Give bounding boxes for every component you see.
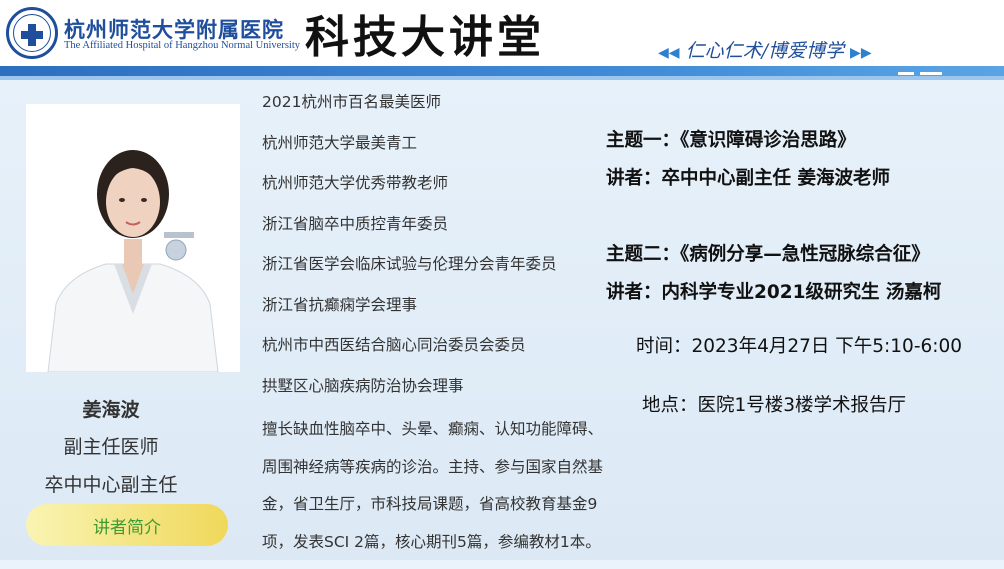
speaker-description: 擅长缺血性脑卒中、头晕、癫痫、认知功能障碍、 周围神经病等疾病的诊治。主持、参与… [262,419,642,569]
header-light-band [0,76,1004,80]
band-decoration [898,72,914,75]
honor-item: 杭州师范大学优秀带教老师 [262,173,557,214]
arrow-left-icon: ◀◀ [658,45,680,61]
hospital-logo-icon [6,7,58,59]
page-title: 科技大讲堂 [305,16,545,60]
doctor-portrait-icon [26,104,240,372]
topic-one: 主题一：《意识障碍诊治思路》 [606,126,856,152]
speaker-title: 副主任医师 [0,432,222,459]
honor-item: 浙江省抗癫痫学会理事 [262,295,557,336]
honors-list: 2021杭州市百名最美医师 杭州师范大学最美青工 杭州师范大学优秀带教老师 浙江… [262,92,557,416]
description-line: 周围神经病等疾病的诊治。主持、参与国家自然基 [262,457,642,495]
topic-two-speaker: 讲者：内科学专业2021级研究生 汤嘉柯 [606,278,941,304]
band-decoration [920,72,942,75]
lecture-time: 时间：2023年4月27日 下午5:10-6:00 [636,332,962,358]
honor-item: 浙江省脑卒中质控青年委员 [262,214,557,255]
description-line: 擅长缺血性脑卒中、头晕、癫痫、认知功能障碍、 [262,419,642,457]
header-bar: 杭州师范大学附属医院 The Affiliated Hospital of Ha… [0,0,1004,66]
logo-cross-vertical [28,24,36,46]
honor-item: 拱墅区心脑疾病防治协会理事 [262,376,557,417]
topic-two: 主题二：《病例分享—急性冠脉综合征》 [606,240,930,266]
topic-one-speaker: 讲者：卒中中心副主任 姜海波老师 [606,164,890,190]
hospital-name-en: The Affiliated Hospital of Hangzhou Norm… [64,40,300,51]
honor-item: 杭州师范大学最美青工 [262,133,557,174]
slogan-text: 仁心仁术/博爱博学 [686,40,844,62]
speaker-position: 卒中中心副主任 [0,470,222,497]
arrow-right-icon: ▶▶ [850,45,872,61]
slogan: ◀◀ 仁心仁术/博爱博学 ▶▶ [658,36,872,63]
lecture-location: 地点：医院1号楼3楼学术报告厅 [642,391,906,417]
honor-item: 杭州市中西医结合脑心同治委员会委员 [262,335,557,376]
honor-item: 2021杭州市百名最美医师 [262,92,557,133]
speaker-name: 姜海波 [0,395,222,422]
header-blue-band [0,66,1004,76]
speaker-intro-button[interactable]: 讲者简介 [26,504,228,546]
honor-item: 浙江省医学会临床试验与伦理分会青年委员 [262,254,557,295]
description-line: 项，发表SCI 2篇，核心期刊5篇，参编教材1本。 [262,532,642,569]
speaker-photo [26,104,240,372]
description-line: 金，省卫生厅，市科技局课题，省高校教育基金9 [262,494,642,532]
